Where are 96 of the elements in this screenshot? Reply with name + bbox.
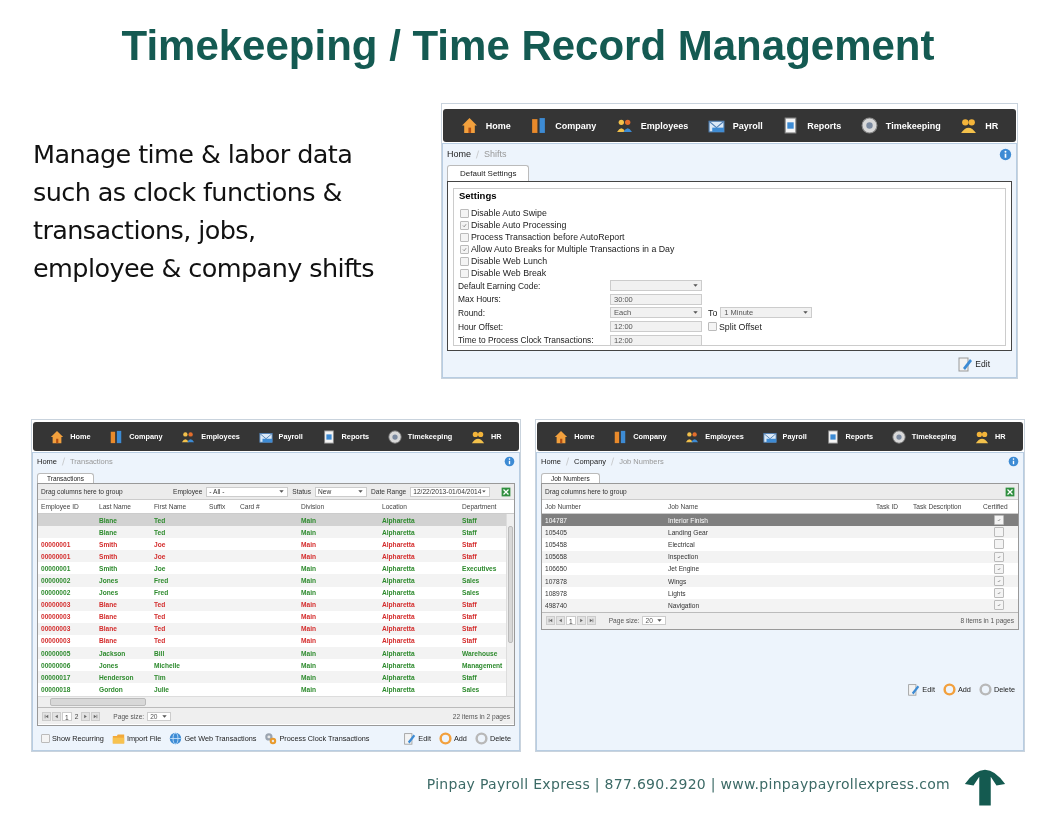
people-icon: [975, 429, 990, 444]
slash-icon: [473, 149, 482, 159]
info-icon: [504, 456, 515, 467]
nav-item[interactable]: HR: [960, 117, 999, 134]
nav-item[interactable]: Employees: [615, 117, 689, 134]
checkbox[interactable]: [41, 733, 50, 743]
folder-icon: [111, 731, 125, 745]
next-page-button[interactable]: [576, 616, 586, 625]
edit-icon: [403, 731, 417, 745]
house-icon: [460, 117, 478, 134]
info-icon: [1008, 456, 1019, 467]
globe-icon: [169, 731, 183, 745]
field-label: Round:: [458, 308, 486, 318]
nav-item[interactable]: Payroll: [707, 117, 763, 134]
next-page-icon: [82, 712, 90, 720]
checkbox[interactable]: [460, 244, 469, 254]
ring-icon: [942, 683, 956, 697]
caret-icon: [278, 488, 286, 495]
checkbox-label: Process Transaction before AutoReport: [471, 232, 625, 242]
first-page-button[interactable]: [546, 616, 555, 625]
slide-title: Timekeeping / Time Record Management: [120, 21, 936, 71]
ring-icon: [474, 731, 488, 745]
disc-icon: [891, 429, 906, 444]
field-label: Max Hours:: [458, 294, 502, 305]
slash-icon: [59, 457, 68, 466]
spreadsheet-icon: [1005, 486, 1015, 497]
first-page-icon: [43, 712, 50, 720]
next-page-button[interactable]: [81, 711, 91, 721]
previous-page-button[interactable]: [52, 711, 61, 721]
nav-item[interactable]: Timekeeping: [860, 117, 941, 134]
caret-icon: [481, 488, 488, 495]
slash-icon: [563, 457, 572, 466]
footer-text: Pinpay Payroll Express | 877.690.2920 | www.pinpaypayrollexpress.com: [426, 776, 950, 792]
building-icon: [613, 429, 628, 444]
document-icon: [825, 429, 840, 444]
disc-icon: [387, 429, 402, 444]
caret-icon: [357, 488, 365, 495]
checkbox-label: Split Offset: [719, 321, 762, 332]
gear-icon: [264, 731, 278, 745]
building-icon: [530, 117, 548, 134]
document-icon: [321, 429, 336, 444]
previous-page-icon: [557, 617, 564, 624]
breadcrumb-link[interactable]: Home: [447, 149, 471, 159]
field-label: To: [708, 308, 718, 318]
check-icon: [462, 222, 467, 228]
last-page-button[interactable]: [586, 616, 596, 625]
ring-icon: [978, 683, 992, 697]
caret-icon: [161, 712, 169, 720]
description: Manage time & labor data such as clock functions & transactions, jobs, employee & company shifts: [32, 138, 375, 285]
field-label: Time to Process Clock Transactions:: [458, 335, 595, 346]
checkbox-label: Disable Web Lunch: [471, 256, 548, 266]
edit-icon: [957, 356, 974, 372]
first-page-button[interactable]: [42, 711, 51, 721]
scrollbar[interactable]: [38, 696, 514, 707]
house-icon: [50, 429, 65, 444]
checkbox[interactable]: [460, 256, 469, 266]
checkbox[interactable]: [460, 268, 469, 278]
caret-icon: [802, 309, 810, 317]
scrollbar[interactable]: [506, 514, 514, 696]
ring-icon: [438, 731, 452, 745]
checkbox[interactable]: [460, 232, 469, 242]
checkbox-label: Disable Auto Processing: [471, 220, 567, 230]
checkbox-label: Allow Auto Breaks for Multiple Transactions in a Day: [471, 244, 675, 254]
nav-item[interactable]: Company: [530, 117, 597, 134]
caret-icon: [692, 282, 699, 290]
disc-icon: [860, 117, 878, 134]
previous-page-icon: [53, 712, 60, 720]
people-icon: [960, 117, 978, 134]
info-icon: [999, 147, 1012, 161]
checkbox-label: Disable Auto Swipe: [471, 208, 547, 218]
people-icon: [471, 429, 486, 444]
check-icon: [462, 246, 467, 252]
last-page-icon: [587, 617, 595, 624]
edit-icon: [907, 683, 921, 697]
field-label: Default Earning Code:: [458, 280, 542, 291]
spreadsheet-icon: [501, 486, 511, 497]
field-label: Hour Offset:: [458, 321, 504, 332]
group-title: Settings: [458, 190, 498, 201]
checkbox[interactable]: [460, 220, 469, 230]
nav-item[interactable]: Reports: [782, 117, 842, 134]
action-button[interactable]: Edit: [957, 356, 990, 372]
tab[interactable]: Default Settings: [447, 165, 530, 181]
checkbox-label: Disable Web Break: [471, 268, 547, 278]
caret-icon: [656, 617, 664, 624]
building-icon: [109, 429, 124, 444]
previous-page-button[interactable]: [556, 616, 565, 625]
house-icon: [554, 429, 569, 444]
next-page-icon: [577, 617, 585, 624]
checkbox[interactable]: [460, 208, 469, 218]
people-icon: [615, 117, 633, 134]
last-page-button[interactable]: [91, 711, 101, 721]
people-icon: [685, 429, 700, 444]
people-icon: [181, 429, 196, 444]
caret-icon: [692, 309, 699, 317]
nav-item[interactable]: Home: [460, 117, 511, 134]
first-page-icon: [547, 617, 554, 624]
